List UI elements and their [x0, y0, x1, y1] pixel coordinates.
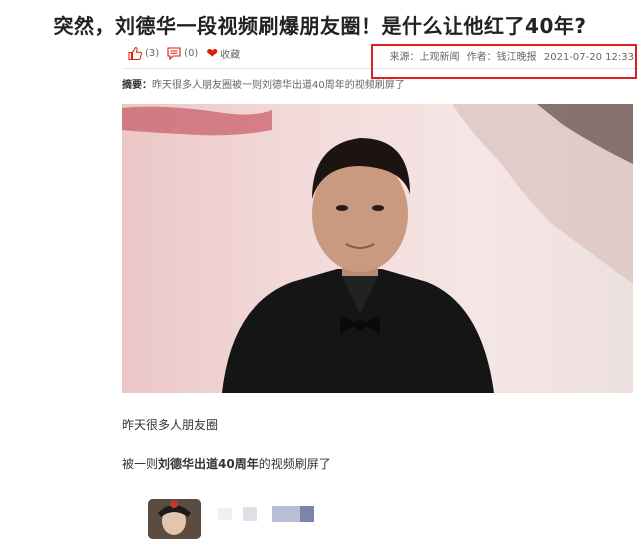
paragraph-2-prefix: 被一则: [122, 457, 159, 471]
favorite-label: 收藏: [220, 50, 241, 61]
comment-button[interactable]: (0): [167, 47, 198, 60]
thumbs-up-icon: [128, 47, 142, 60]
like-count: (3): [145, 48, 160, 59]
summary-label: 摘要：: [122, 80, 152, 91]
paragraph-2-suffix: 的视频刷屏了: [258, 457, 331, 471]
favorite-button[interactable]: ❤ 收藏: [206, 45, 241, 62]
article-summary: 摘要：昨天很多人朋友圈被一则刘德华出道40周年的视频刷屏了: [122, 76, 405, 91]
blurred-image-fragment: [300, 506, 314, 522]
comment-count: (0): [184, 48, 199, 59]
paragraph-2-bold: 刘德华出道40周年: [158, 457, 259, 471]
article-title: 突然，刘德华一段视频刷爆朋友圈！是什么让他红了40年?: [53, 14, 587, 38]
blurred-image-fragment: [243, 507, 257, 521]
paragraph-2: 被一则刘德华出道40周年的视频刷屏了: [122, 455, 331, 472]
article-actions: (3) (0) ❤ 收藏: [128, 46, 248, 61]
embedded-image-avatar: [148, 499, 201, 539]
like-button[interactable]: (3): [128, 47, 159, 60]
article-photo: [122, 104, 633, 393]
comment-icon: [167, 47, 181, 60]
summary-text: 昨天很多人朋友圈被一则刘德华出道40周年的视频刷屏了: [152, 80, 405, 91]
heart-icon: ❤: [206, 45, 219, 62]
blurred-image-fragment: [218, 508, 232, 520]
avatar-figure: [148, 499, 201, 539]
photo-illustration: [122, 104, 633, 393]
blurred-image-fragment: [272, 506, 300, 522]
paragraph-1: 昨天很多人朋友圈: [122, 418, 219, 432]
highlight-annotation-box: [371, 44, 637, 79]
